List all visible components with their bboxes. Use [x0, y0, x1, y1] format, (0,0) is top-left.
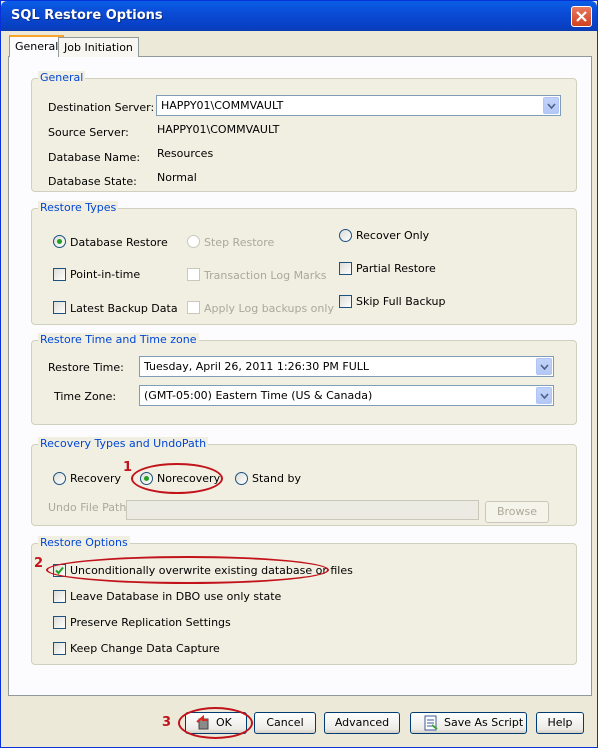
- apply-log-backups-only-checkbox[interactable]: [187, 301, 200, 314]
- time-zone-label: Time Zone:: [54, 390, 117, 403]
- source-server-value: HAPPY01\COMMVAULT: [157, 123, 280, 136]
- partial-restore-label: Partial Restore: [356, 262, 436, 275]
- tab-job-initiation[interactable]: Job Initiation: [58, 37, 139, 57]
- transaction-log-marks-label: Transaction Log Marks: [204, 269, 327, 282]
- callout-norecovery: [131, 463, 223, 494]
- leave-dbo-only-label: Leave Database in DBO use only state: [70, 590, 282, 603]
- browse-button[interactable]: Browse: [485, 501, 549, 523]
- close-icon: [576, 11, 587, 22]
- keep-change-data-capture-label: Keep Change Data Capture: [70, 642, 220, 655]
- recovery-radio[interactable]: [53, 472, 66, 485]
- partial-restore-checkbox[interactable]: [339, 262, 352, 275]
- point-in-time-checkbox[interactable]: [53, 268, 66, 281]
- leave-dbo-only-checkbox[interactable]: [53, 590, 66, 603]
- restore-types-group-title: Restore Types: [38, 201, 119, 215]
- restore-time-label: Restore Time:: [48, 361, 124, 374]
- step-restore-label: Step Restore: [204, 236, 275, 249]
- advanced-button[interactable]: Advanced: [324, 712, 400, 734]
- recovery-types-group-title: Recovery Types and UndoPath: [38, 437, 209, 451]
- dropdown-button[interactable]: [536, 358, 552, 375]
- apply-log-backups-only-label: Apply Log backups only: [204, 302, 334, 315]
- restore-time-value: Tuesday, April 26, 2011 1:26:30 PM FULL: [144, 360, 370, 373]
- restore-time-dropdown[interactable]: Tuesday, April 26, 2011 1:26:30 PM FULL: [139, 356, 554, 377]
- general-group-title: General: [38, 71, 86, 85]
- destination-server-dropdown[interactable]: HAPPY01\COMMVAULT: [156, 95, 561, 116]
- step-restore-radio[interactable]: [187, 235, 200, 248]
- save-as-script-button[interactable]: Save As Script: [410, 712, 527, 734]
- cancel-button[interactable]: Cancel: [254, 712, 316, 734]
- destination-server-label: Destination Server:: [48, 101, 155, 114]
- callout-number-3: 3: [162, 715, 172, 730]
- keep-change-data-capture-checkbox[interactable]: [53, 642, 66, 655]
- skip-full-backup-checkbox[interactable]: [339, 295, 352, 308]
- title-bar[interactable]: SQL Restore Options: [1, 1, 597, 31]
- sql-restore-options-dialog: SQL Restore Options General Job Initiati…: [0, 0, 598, 748]
- chevron-down-icon: [540, 364, 549, 370]
- help-button[interactable]: Help: [536, 712, 584, 734]
- destination-server-value: HAPPY01\COMMVAULT: [161, 99, 284, 112]
- window-title: SQL Restore Options: [11, 8, 163, 23]
- latest-backup-data-label: Latest Backup Data: [70, 302, 178, 315]
- database-name-label: Database Name:: [48, 151, 141, 164]
- source-server-label: Source Server:: [48, 126, 129, 139]
- dropdown-button[interactable]: [543, 97, 559, 114]
- time-zone-dropdown[interactable]: (GMT-05:00) Eastern Time (US & Canada): [139, 385, 554, 406]
- preserve-replication-label: Preserve Replication Settings: [70, 616, 231, 629]
- latest-backup-data-checkbox[interactable]: [53, 301, 66, 314]
- callout-unconditionally-overwrite: [46, 556, 329, 584]
- stand-by-label: Stand by: [252, 472, 301, 485]
- save-as-script-label: Save As Script: [444, 716, 524, 729]
- recover-only-radio[interactable]: [339, 229, 352, 242]
- callout-ok: [178, 707, 253, 739]
- tab-general[interactable]: General: [9, 35, 65, 57]
- database-name-value: Resources: [157, 147, 214, 160]
- database-state-value: Normal: [157, 171, 197, 184]
- restore-time-group: Restore Time and Time zone: [31, 333, 577, 425]
- script-icon: [424, 715, 438, 731]
- skip-full-backup-label: Skip Full Backup: [356, 295, 446, 308]
- chevron-down-icon: [547, 103, 556, 109]
- restore-options-group-title: Restore Options: [38, 536, 130, 550]
- recover-only-label: Recover Only: [356, 229, 430, 242]
- callout-number-1: 1: [123, 460, 133, 475]
- preserve-replication-checkbox[interactable]: [53, 616, 66, 629]
- database-restore-radio[interactable]: [53, 235, 66, 248]
- dropdown-button[interactable]: [536, 387, 552, 404]
- database-restore-label: Database Restore: [70, 236, 168, 249]
- callout-number-2: 2: [34, 556, 44, 571]
- close-button[interactable]: [571, 6, 592, 27]
- transaction-log-marks-checkbox[interactable]: [187, 268, 200, 281]
- undo-file-path-label: Undo File Path:: [48, 501, 131, 514]
- time-zone-value: (GMT-05:00) Eastern Time (US & Canada): [144, 389, 373, 402]
- chevron-down-icon: [540, 393, 549, 399]
- stand-by-radio[interactable]: [235, 472, 248, 485]
- database-state-label: Database State:: [48, 175, 137, 188]
- recovery-label: Recovery: [70, 472, 122, 485]
- point-in-time-label: Point-in-time: [70, 268, 141, 281]
- undo-file-path-input[interactable]: [126, 500, 479, 520]
- restore-time-group-title: Restore Time and Time zone: [38, 333, 199, 347]
